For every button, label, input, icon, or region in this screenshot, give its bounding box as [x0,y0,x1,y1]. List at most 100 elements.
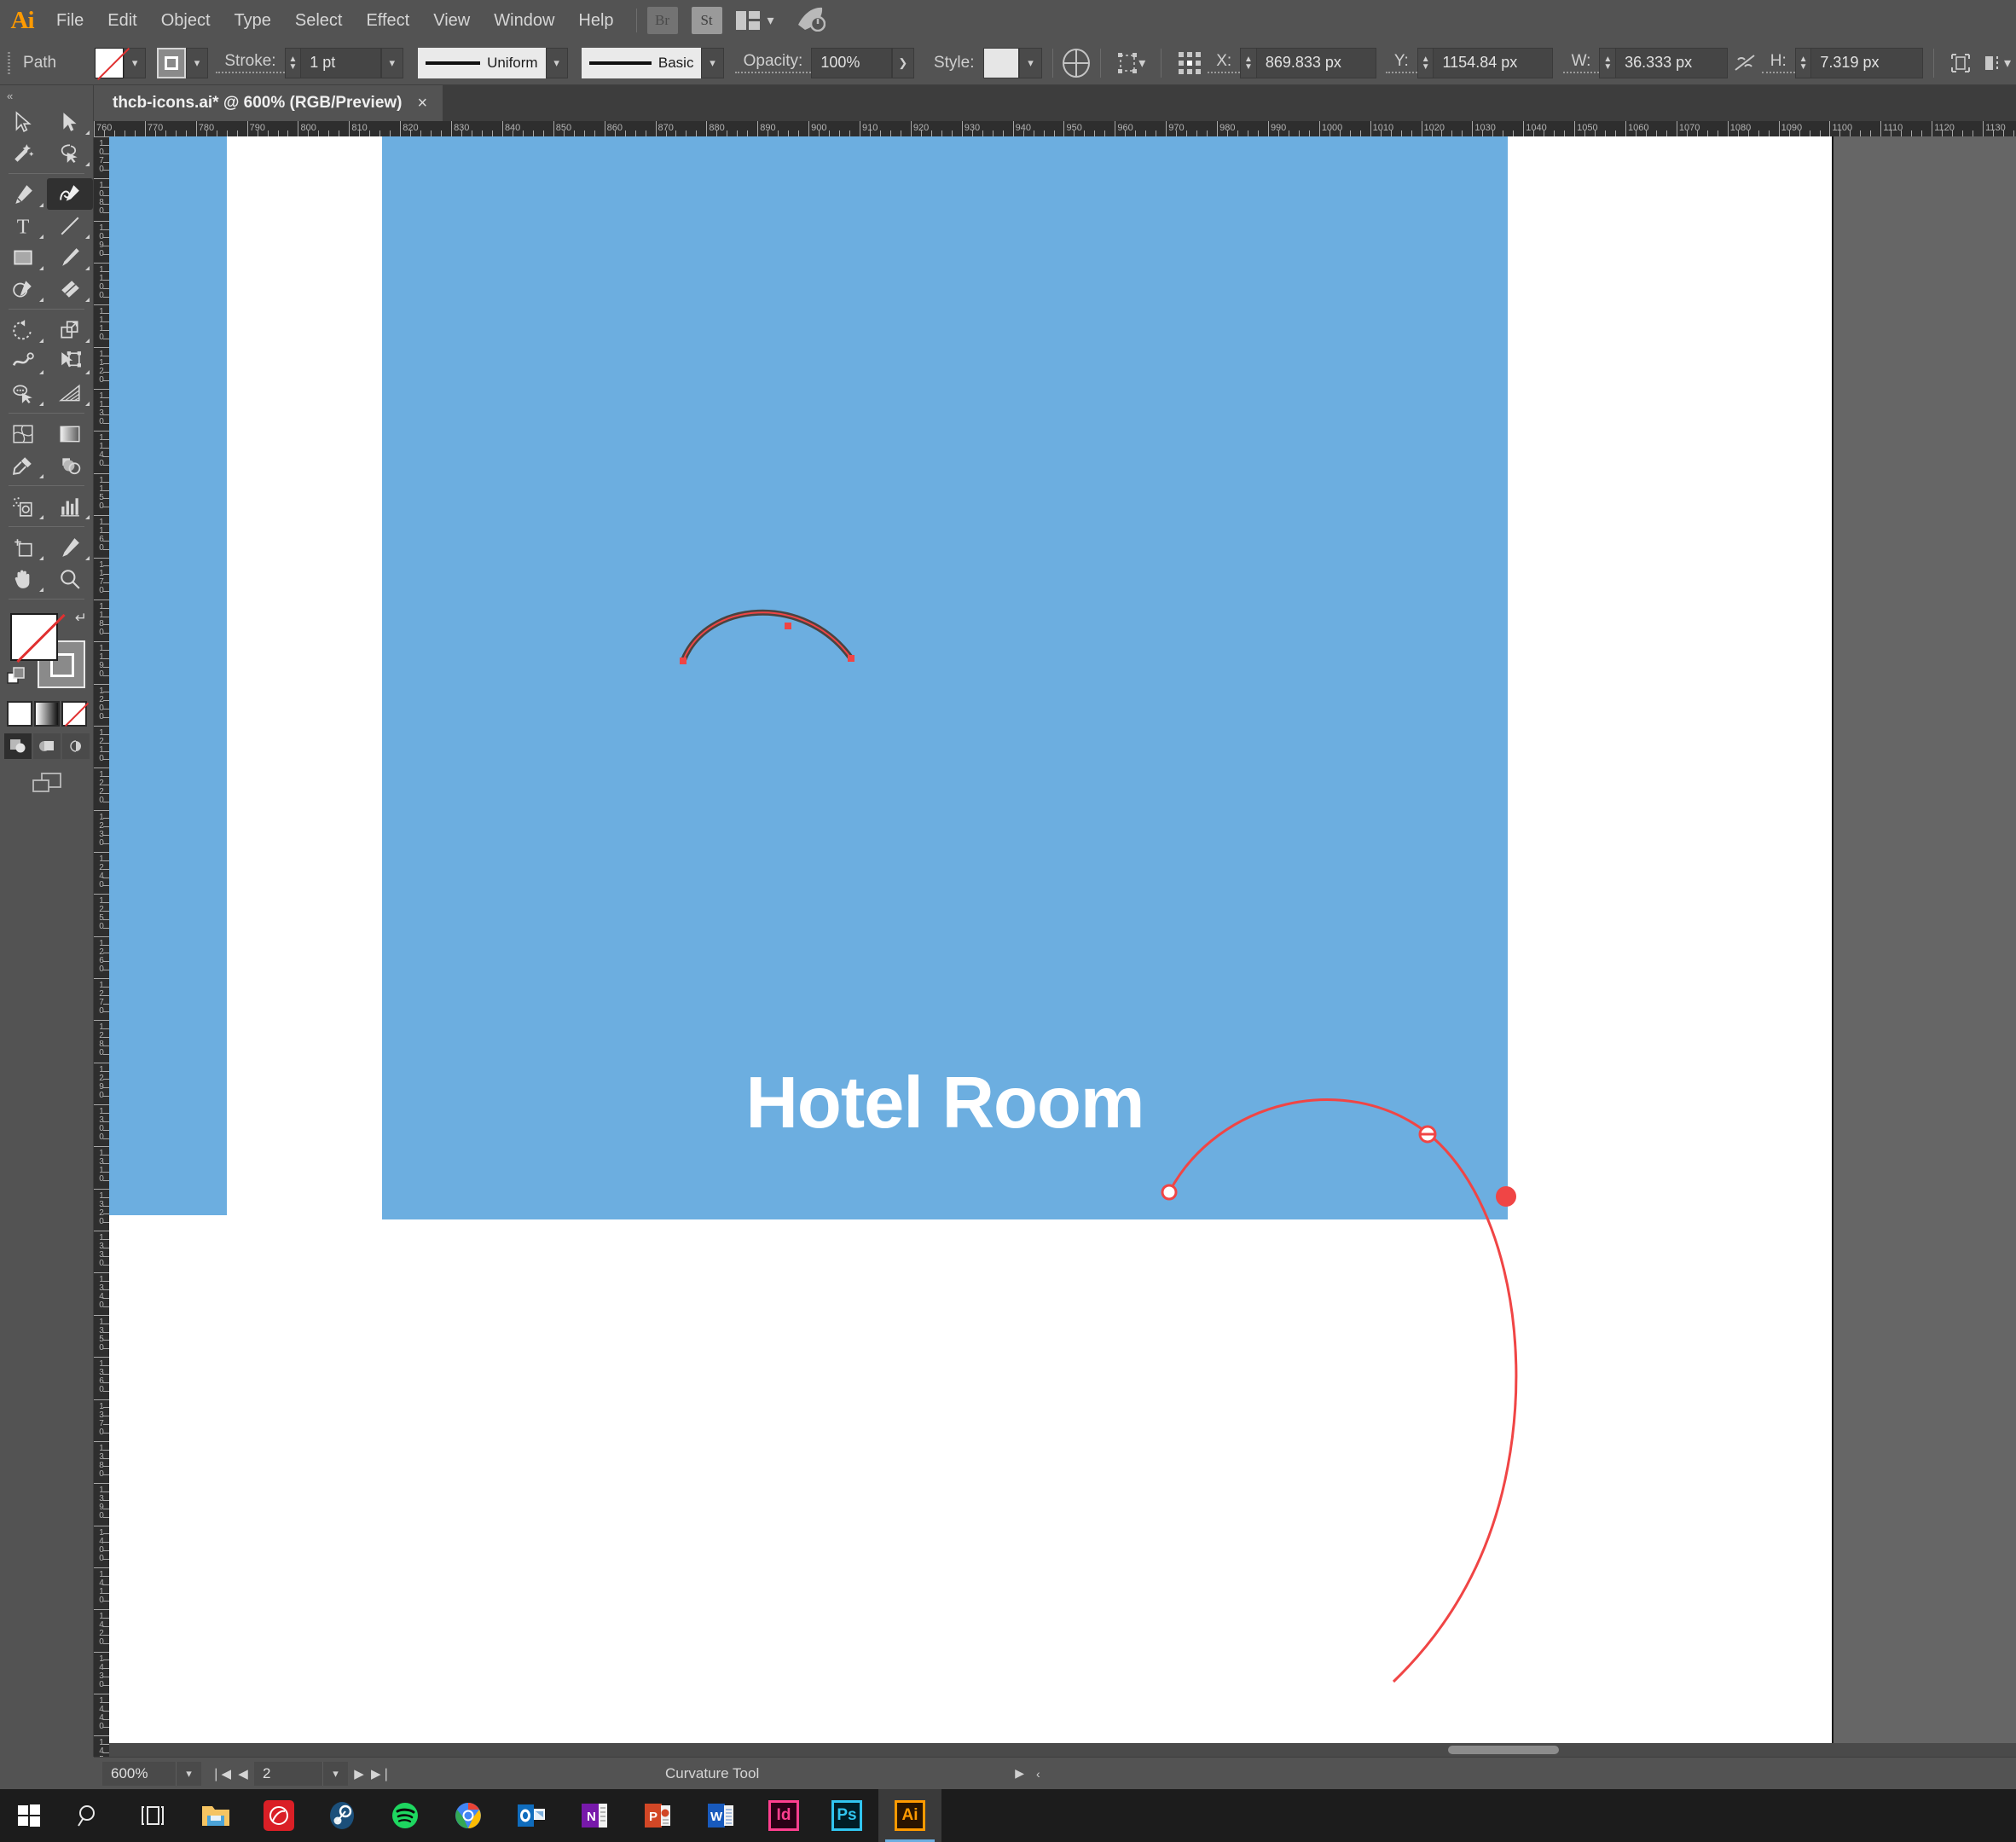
scale-tool[interactable] [47,314,94,345]
gradient-tool[interactable] [47,418,94,449]
eyedropper-tool[interactable] [0,449,47,481]
brush-definition-dropdown[interactable]: ▾ [701,48,723,78]
shaper-tool[interactable] [0,273,47,304]
creative-cloud-button[interactable] [247,1789,310,1842]
previous-artboard-button[interactable]: ◀ [232,1762,254,1786]
menu-view[interactable]: View [421,0,482,41]
last-artboard-button[interactable]: ▶❘ [370,1762,392,1786]
x-input[interactable]: 869.833 px [1256,48,1376,78]
opacity-expand-button[interactable]: ❯ [892,48,914,78]
fill-swatch[interactable] [95,48,124,78]
steam-button[interactable] [310,1789,374,1842]
task-view-button[interactable] [121,1789,184,1842]
reference-point-selector[interactable] [1172,50,1208,76]
paintbrush-tool[interactable] [47,241,94,273]
workspace-switcher-icon[interactable]: ▾ [736,11,774,30]
draw-normal-button[interactable] [4,733,32,759]
recolor-artwork-icon[interactable] [1063,49,1090,78]
perspective-grid-tool[interactable] [47,377,94,408]
file-explorer-button[interactable] [184,1789,247,1842]
pen-tool[interactable] [0,178,47,210]
status-expand-button[interactable]: ▶ [1015,1766,1024,1781]
graphic-style-swatch[interactable] [983,48,1020,78]
next-artboard-button[interactable]: ▶ [348,1762,370,1786]
zoom-level-input[interactable]: 600% [102,1762,176,1786]
artwork-shape-main[interactable] [382,136,1508,1219]
artboard-number-input[interactable]: 2 [254,1762,322,1786]
stroke-weight-dropdown[interactable]: ▾ [381,48,403,78]
width-profile-dropdown[interactable]: ▾ [546,48,568,78]
default-fill-stroke-icon[interactable] [7,666,29,692]
artwork-shape-left[interactable] [109,136,227,1215]
width-profile-display[interactable]: Uniform [418,48,546,78]
menu-help[interactable]: Help [566,0,625,41]
stock-icon[interactable]: St [692,7,722,34]
horizontal-scrollbar[interactable] [109,1743,2016,1757]
width-tool[interactable] [0,345,47,377]
graphic-style-dropdown[interactable]: ▾ [1019,48,1041,78]
none-mode-button[interactable] [61,701,87,727]
mesh-tool[interactable] [0,418,47,449]
stroke-weight-input[interactable]: 1 pt [300,48,380,78]
artboard-dropdown[interactable]: ▾ [322,1762,348,1786]
menu-window[interactable]: Window [482,0,566,41]
selection-tool[interactable] [0,106,47,137]
h-input[interactable]: 7.319 px [1810,48,1923,78]
control-bar-grip[interactable] [3,49,14,78]
h-stepper[interactable]: ▲▼ [1795,48,1811,78]
discover-icon[interactable] [797,6,826,36]
photoshop-button[interactable]: Ps [815,1789,878,1842]
symbol-sprayer-tool[interactable] [0,490,47,522]
stroke-weight-label[interactable]: Stroke: [216,52,284,73]
transform-panel-icon[interactable]: ▾ [1111,52,1150,74]
free-transform-tool[interactable] [47,345,94,377]
draw-inside-button[interactable] [62,733,90,759]
lasso-tool[interactable] [47,137,94,169]
document-tab[interactable]: thcb-icons.ai* @ 600% (RGB/Preview) × [94,85,443,121]
close-icon[interactable]: × [418,94,428,113]
bridge-icon[interactable]: Br [647,7,678,34]
direct-selection-tool[interactable] [47,106,94,137]
color-mode-button[interactable] [7,701,32,727]
eraser-tool[interactable] [47,273,94,304]
indesign-button[interactable]: Id [752,1789,815,1842]
canvas-area[interactable]: Hotel Room [109,136,2016,1757]
menu-select[interactable]: Select [283,0,355,41]
outlook-button[interactable] [500,1789,563,1842]
zoom-level-dropdown[interactable]: ▾ [176,1762,201,1786]
artboard-tool[interactable] [0,531,47,563]
x-stepper[interactable]: ▲▼ [1240,48,1256,78]
type-tool[interactable]: T [0,210,47,241]
brush-definition-display[interactable]: Basic [582,48,701,78]
screen-mode-button[interactable] [0,769,93,795]
illustrator-button[interactable]: Ai [878,1789,941,1842]
word-button[interactable]: W [689,1789,752,1842]
fill-color-swatch[interactable] [10,613,58,661]
status-collapse-button[interactable]: ‹ [1036,1767,1040,1781]
menu-object[interactable]: Object [149,0,223,41]
horizontal-ruler[interactable]: 7607707807908008108208308408508608708808… [94,121,2016,136]
stroke-swatch[interactable] [157,48,186,78]
constrain-proportions-icon[interactable] [1728,53,1762,73]
opacity-label[interactable]: Opacity: [735,52,812,73]
artwork-text-hotel-room[interactable]: Hotel Room [382,1062,1508,1145]
stroke-weight-stepper[interactable]: ▲▼ [285,48,301,78]
menu-type[interactable]: Type [223,0,283,41]
shape-builder-tool[interactable] [0,377,47,408]
start-button[interactable] [0,1789,58,1842]
draw-behind-button[interactable] [33,733,61,759]
toolbox-collapse-button[interactable]: « [0,85,93,106]
onenote-button[interactable]: N [563,1789,626,1842]
more-options-icon[interactable]: ▾ [1977,52,2016,74]
y-stepper[interactable]: ▲▼ [1417,48,1434,78]
align-icon[interactable] [1944,52,1977,74]
gradient-mode-button[interactable] [34,701,60,727]
scrollbar-thumb[interactable] [1448,1746,1559,1754]
menu-file[interactable]: File [44,0,96,41]
line-segment-tool[interactable] [47,210,94,241]
y-input[interactable]: 1154.84 px [1433,48,1553,78]
menu-edit[interactable]: Edit [96,0,148,41]
spotify-button[interactable] [374,1789,437,1842]
opacity-input[interactable]: 100% [811,48,891,78]
magic-wand-tool[interactable] [0,137,47,169]
